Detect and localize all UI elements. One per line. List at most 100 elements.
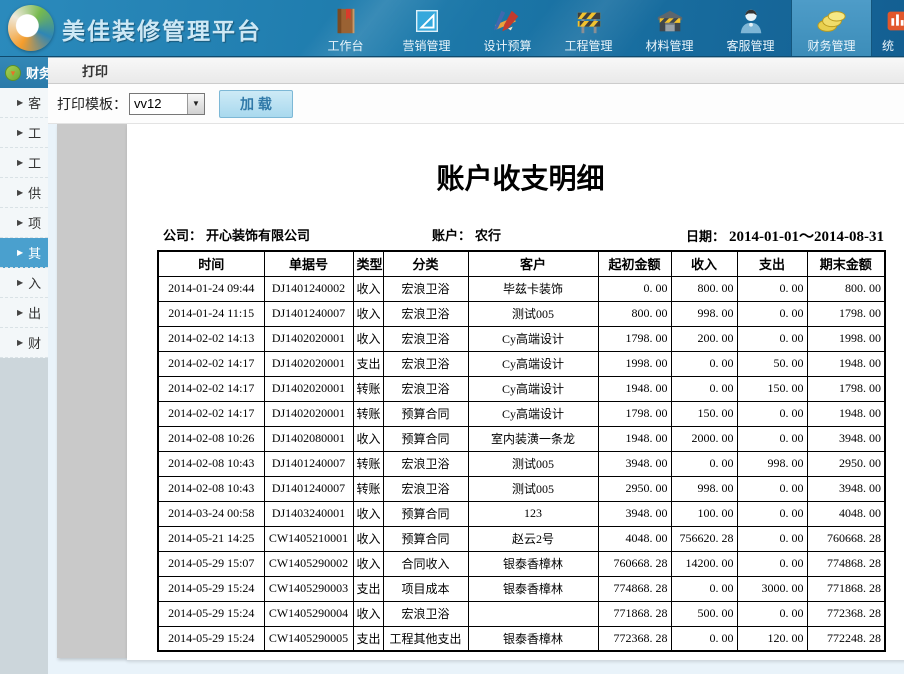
app-title: 美佳装修管理平台 (62, 12, 262, 46)
column-header: 类型 (353, 251, 383, 276)
sidebar-header[interactable]: ▾ 财务 (0, 57, 48, 88)
table-cell: DJ1402020001 (264, 326, 353, 351)
triangle-right-icon: ▶ (17, 218, 23, 227)
table-cell: 0. 00 (671, 351, 737, 376)
app-header: 美佳装修管理平台 工作台 营销管理设计预算工程管理材料管理 客服管理 财务管理 统 (0, 0, 904, 57)
table-cell: 1998. 00 (807, 326, 885, 351)
sidebar-item-工[interactable]: ▶工 (0, 148, 48, 178)
table-cell: 收入 (353, 601, 383, 626)
column-header: 客户 (468, 251, 598, 276)
table-cell: Cy高端设计 (468, 401, 598, 426)
nav-item-财务管理[interactable]: 财务管理 (791, 0, 872, 57)
table-cell: 800. 00 (671, 276, 737, 301)
table-row: 2014-05-29 15:07CW1405290002收入合同收入银泰香樟林7… (158, 551, 885, 576)
nav-item-label: 工作台 (327, 37, 363, 54)
nav-item-客服管理[interactable]: 客服管理 (710, 0, 791, 57)
table-cell: DJ1401240007 (264, 451, 353, 476)
app-window: 美佳装修管理平台 工作台 营销管理设计预算工程管理材料管理 客服管理 财务管理 统 ▾ … (0, 0, 904, 674)
table-row: 2014-03-24 00:58DJ1403240001收入预算合同123394… (158, 501, 885, 526)
account-value: 农行 (471, 228, 501, 243)
table-cell: 3948. 00 (807, 426, 885, 451)
collapse-icon[interactable]: ▾ (5, 65, 21, 81)
load-button[interactable]: 加 载 (219, 90, 293, 118)
nav-item-label: 客服管理 (726, 37, 774, 54)
table-cell: DJ1402020001 (264, 351, 353, 376)
nav-item-营销管理[interactable]: 营销管理 (386, 0, 467, 57)
setsquare-icon (412, 6, 442, 36)
table-cell: 宏浪卫浴 (383, 301, 468, 326)
table-cell: DJ1401240007 (264, 476, 353, 501)
table-row: 2014-02-08 10:43DJ1401240007转账宏浪卫浴测试0052… (158, 476, 885, 501)
table-cell: 0. 00 (737, 326, 807, 351)
table-cell: 室内装潢一条龙 (468, 426, 598, 451)
sidebar-item-项[interactable]: ▶项 (0, 208, 48, 238)
sidebar-item-label: 供 (28, 183, 41, 202)
table-cell: 120. 00 (737, 626, 807, 651)
table-cell: 0. 00 (598, 276, 671, 301)
table-cell: 200. 00 (671, 326, 737, 351)
template-select[interactable]: vv12 ▼ (129, 93, 205, 115)
nav-item-设计预算[interactable]: 设计预算 (467, 0, 548, 57)
nav-item-label: 财务管理 (807, 37, 855, 54)
person-icon (736, 6, 766, 36)
table-cell: 772368. 28 (807, 601, 885, 626)
chevron-down-icon[interactable]: ▼ (187, 94, 204, 114)
nav-item-统[interactable]: 统 (872, 0, 904, 57)
column-header: 分类 (383, 251, 468, 276)
template-label: 打印模板： (57, 94, 127, 114)
sidebar-item-出[interactable]: ▶出 (0, 298, 48, 328)
sidebar-item-供[interactable]: ▶供 (0, 178, 48, 208)
report-table: 时间单据号类型分类客户起初金额收入支出期末金额2014-01-24 09:44D… (157, 250, 886, 652)
table-cell: 预算合同 (383, 501, 468, 526)
table-cell: 3948. 00 (807, 476, 885, 501)
table-cell: 收入 (353, 426, 383, 451)
table-cell: 1948. 00 (807, 401, 885, 426)
table-cell: 2014-02-08 10:43 (158, 451, 264, 476)
table-cell: 772368. 28 (598, 626, 671, 651)
table-cell: 宏浪卫浴 (383, 276, 468, 301)
template-select-value: vv12 (130, 96, 187, 111)
sidebar-item-label: 出 (28, 303, 41, 322)
triangle-right-icon: ▶ (17, 128, 23, 137)
report-company: 公司：开心装饰有限公司 (163, 225, 310, 244)
table-row: 2014-02-08 10:43DJ1401240007转账宏浪卫浴测试0053… (158, 451, 885, 476)
table-cell: 宏浪卫浴 (383, 376, 468, 401)
table-cell: 3948. 00 (598, 501, 671, 526)
table-cell: 1798. 00 (807, 301, 885, 326)
table-cell: 收入 (353, 501, 383, 526)
table-cell: Cy高端设计 (468, 351, 598, 376)
sidebar-section-title: 财务 (26, 63, 48, 82)
table-row: 2014-05-29 15:24CW1405290003支出项目成本银泰香樟林7… (158, 576, 885, 601)
table-cell: 998. 00 (737, 451, 807, 476)
table-cell: 合同收入 (383, 551, 468, 576)
sidebar-item-其[interactable]: ▶其 (0, 238, 48, 268)
sidebar-item-入[interactable]: ▶入 (0, 268, 48, 298)
sidebar-item-客[interactable]: ▶客 (0, 88, 48, 118)
sidebar-item-工[interactable]: ▶工 (0, 118, 48, 148)
table-cell: 2014-03-24 00:58 (158, 501, 264, 526)
table-cell: 支出 (353, 626, 383, 651)
report-date-range: 日期：2014-01-01～2014-08-31 (686, 225, 884, 246)
nav-item-label: 材料管理 (645, 37, 693, 54)
table-cell: 760668. 28 (807, 526, 885, 551)
table-cell: 毕兹卡装饰 (468, 276, 598, 301)
triangle-right-icon: ▶ (17, 248, 23, 257)
nav-item-label: 统 (882, 37, 894, 54)
table-cell: 银泰香樟林 (468, 551, 598, 576)
table-cell: 0. 00 (737, 551, 807, 576)
table-cell: DJ1401240002 (264, 276, 353, 301)
sidebar-item-财[interactable]: ▶财 (0, 328, 48, 358)
nav-item-工程管理[interactable]: 工程管理 (548, 0, 629, 57)
table-cell: 0. 00 (671, 626, 737, 651)
table-cell: 2014-02-02 14:17 (158, 376, 264, 401)
table-cell: 收入 (353, 551, 383, 576)
nav-item-工作台[interactable]: 工作台 (305, 0, 386, 57)
table-cell: 测试005 (468, 451, 598, 476)
table-cell: CW1405290005 (264, 626, 353, 651)
table-cell: 2014-05-29 15:24 (158, 626, 264, 651)
nav-item-材料管理[interactable]: 材料管理 (629, 0, 710, 57)
table-cell: 支出 (353, 351, 383, 376)
triangle-right-icon: ▶ (17, 278, 23, 287)
table-cell: 0. 00 (737, 601, 807, 626)
warehouse-icon (655, 6, 685, 36)
